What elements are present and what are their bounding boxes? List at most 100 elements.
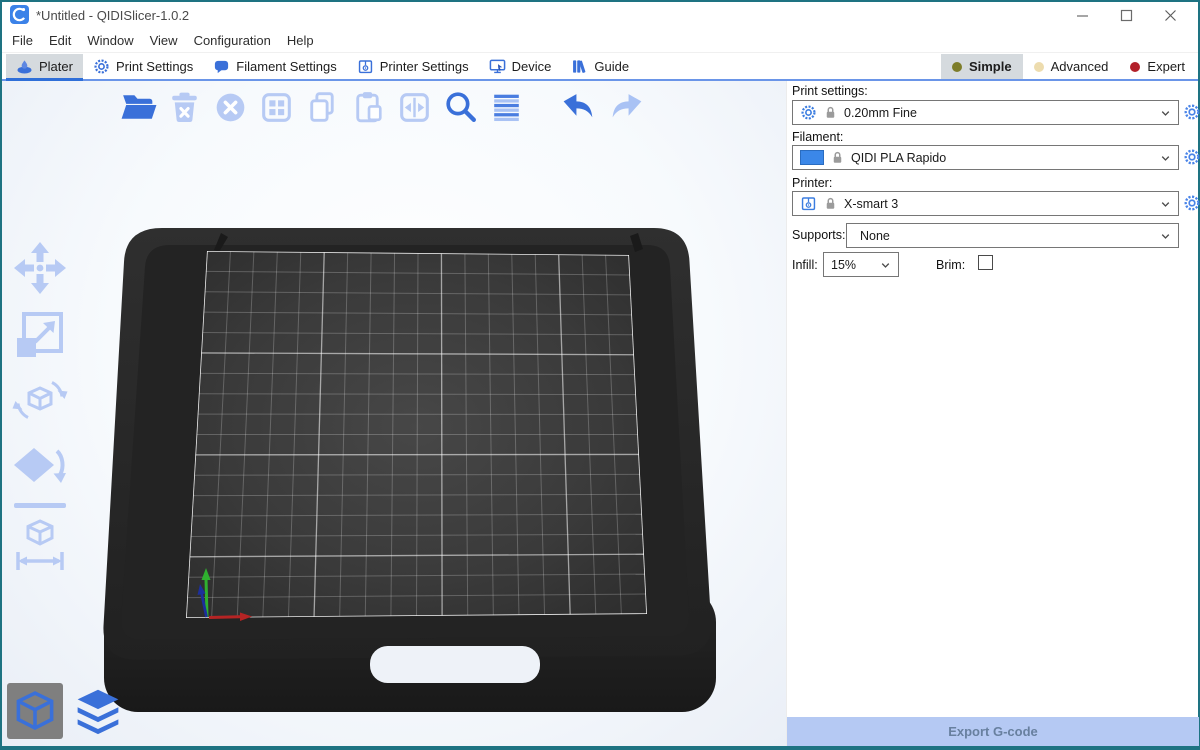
printer-label: Printer: (792, 176, 832, 190)
print-settings-gear-button[interactable] (1183, 103, 1200, 121)
printer-dropdown[interactable]: X-smart 3 (792, 191, 1179, 216)
chevron-down-icon (1158, 229, 1173, 244)
tab-printer-settings[interactable]: Printer Settings (347, 54, 479, 79)
supports-dropdown[interactable]: None (846, 223, 1179, 248)
left-toolbar (9, 239, 71, 574)
title-bar: *Untitled - QIDISlicer-1.0.2 (2, 2, 1198, 28)
move-icon[interactable] (11, 239, 69, 297)
axis-x-icon (209, 617, 240, 618)
bed-handle-cutout (370, 646, 540, 683)
print-bed (2, 81, 786, 746)
copy-icon[interactable] (302, 87, 343, 128)
filament-value: QIDI PLA Rapido (851, 151, 946, 165)
chevron-down-icon (1158, 106, 1173, 121)
infill-dropdown[interactable]: 15% (823, 252, 899, 277)
variable-layer-height-icon[interactable] (486, 87, 527, 128)
menu-file[interactable]: File (4, 28, 41, 53)
search-icon[interactable] (440, 87, 481, 128)
app-logo-icon (10, 5, 29, 24)
chevron-down-icon (1158, 197, 1173, 212)
print-settings-label: Print settings: (792, 84, 868, 98)
preview-layers-icon[interactable] (70, 683, 126, 739)
print-settings-gear-icon (93, 58, 110, 75)
print-settings-dropdown[interactable]: 0.20mm Fine (792, 100, 1179, 125)
device-monitor-icon (489, 58, 506, 75)
arrange-icon[interactable] (256, 87, 297, 128)
brim-checkbox[interactable] (978, 255, 993, 270)
filament-color-swatch (800, 150, 824, 165)
lock-icon (830, 150, 845, 165)
window-title: *Untitled - QIDISlicer-1.0.2 (36, 8, 189, 23)
menu-window[interactable]: Window (79, 28, 141, 53)
brim-label: Brim: (936, 258, 965, 272)
printer-icon (800, 195, 817, 212)
window-controls (1060, 2, 1192, 28)
menu-bar: File Edit Window View Configuration Help (2, 28, 1198, 53)
tab-print-settings-label: Print Settings (116, 59, 193, 74)
tab-print-settings[interactable]: Print Settings (83, 54, 203, 79)
tab-printer-settings-label: Printer Settings (380, 59, 469, 74)
mode-expert-label: Expert (1147, 59, 1185, 74)
tab-device[interactable]: Device (479, 54, 562, 79)
redo-icon[interactable] (605, 87, 646, 128)
toolbar-gap (532, 107, 554, 108)
tab-filament-settings[interactable]: Filament Settings (203, 54, 346, 79)
printer-value: X-smart 3 (844, 197, 898, 211)
mode-advanced-label: Advanced (1051, 59, 1109, 74)
menu-view[interactable]: View (142, 28, 186, 53)
rotate-icon[interactable] (11, 371, 69, 429)
place-on-face-icon[interactable] (11, 437, 69, 495)
tab-bar: Plater Print Settings Filament Settings … (2, 54, 1198, 81)
expert-mode-dot-icon (1130, 62, 1140, 72)
mode-advanced[interactable]: Advanced (1023, 54, 1120, 79)
menu-edit[interactable]: Edit (41, 28, 79, 53)
lock-icon (823, 196, 838, 211)
export-gcode-button[interactable]: Export G-code (787, 717, 1199, 746)
delete-icon[interactable] (164, 87, 205, 128)
close-icon[interactable] (1148, 2, 1192, 28)
mode-expert[interactable]: Expert (1119, 54, 1196, 79)
3d-viewport[interactable] (2, 81, 786, 746)
lock-icon (823, 105, 838, 120)
maximize-icon[interactable] (1104, 2, 1148, 28)
plater-icon (16, 58, 33, 75)
filament-dropdown[interactable]: QIDI PLA Rapido (792, 145, 1179, 170)
mode-simple-label: Simple (969, 59, 1012, 74)
infill-label: Infill: (792, 258, 818, 272)
supports-value: None (860, 229, 890, 243)
app-window: *Untitled - QIDISlicer-1.0.2 File Edit W… (0, 0, 1200, 750)
filament-gear-button[interactable] (1183, 148, 1200, 166)
chevron-down-icon (878, 258, 893, 273)
tab-device-label: Device (512, 59, 552, 74)
main-area: Print settings: 0.20mm Fine Filament: QI… (2, 81, 1198, 746)
scale-icon[interactable] (11, 305, 69, 363)
top-toolbar (118, 87, 646, 128)
filament-icon (213, 58, 230, 75)
delete-all-icon[interactable] (210, 87, 251, 128)
measure-icon[interactable] (11, 516, 69, 574)
print-settings-value: 0.20mm Fine (844, 106, 917, 120)
mode-simple[interactable]: Simple (941, 54, 1023, 79)
tab-plater-label: Plater (39, 59, 73, 74)
paste-icon[interactable] (348, 87, 389, 128)
simple-mode-dot-icon (952, 62, 962, 72)
undo-icon[interactable] (559, 87, 600, 128)
filament-label: Filament: (792, 130, 843, 144)
open-folder-icon[interactable] (118, 87, 159, 128)
view-switch (7, 683, 126, 739)
menu-help[interactable]: Help (279, 28, 322, 53)
chevron-down-icon (1158, 151, 1173, 166)
menu-configuration[interactable]: Configuration (186, 28, 279, 53)
split-icon[interactable] (394, 87, 435, 128)
editor-3d-view-icon[interactable] (7, 683, 63, 739)
minimize-icon[interactable] (1060, 2, 1104, 28)
guide-books-icon (571, 58, 588, 75)
infill-value: 15% (831, 258, 856, 272)
tab-plater[interactable]: Plater (6, 54, 83, 79)
printer-gear-button[interactable] (1183, 194, 1200, 212)
supports-label: Supports: (792, 228, 846, 242)
settings-panel: Print settings: 0.20mm Fine Filament: QI… (786, 81, 1198, 746)
tab-guide[interactable]: Guide (561, 54, 639, 79)
printer-icon (357, 58, 374, 75)
advanced-mode-dot-icon (1034, 62, 1044, 72)
